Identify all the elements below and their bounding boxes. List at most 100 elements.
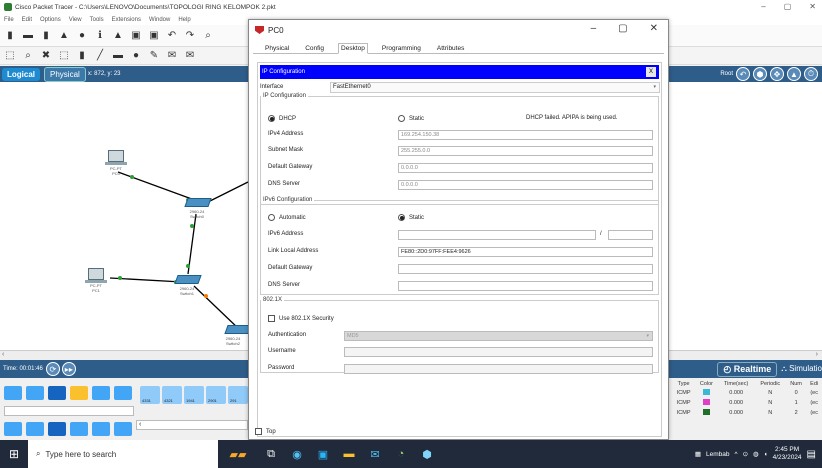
root-label[interactable]: Root (720, 71, 733, 77)
power-cycle-icon[interactable]: ⟳ (45, 362, 60, 376)
open-folder-icon[interactable]: ▬ (22, 30, 34, 42)
minimize-icon[interactable]: – (591, 23, 597, 34)
tab-programming[interactable]: Programming (380, 44, 423, 53)
scroll-left-icon[interactable]: ‹ (2, 351, 4, 358)
switch1-icon[interactable] (174, 275, 202, 284)
network-info-icon[interactable]: ▲ (112, 30, 124, 42)
components-icon[interactable] (48, 386, 66, 400)
dns-server-field[interactable]: 0.0.0.0 (398, 180, 653, 190)
tray-app-icon[interactable]: ⊙ (743, 450, 748, 458)
top-checkbox[interactable]: Top (255, 428, 276, 435)
tab-desktop[interactable]: Desktop (338, 43, 368, 54)
zoom-in-icon[interactable]: ⌕ (202, 30, 214, 42)
switch-category-icon[interactable] (26, 422, 44, 436)
multiuser-icon[interactable] (114, 386, 132, 400)
dhcp-radio[interactable]: DHCP (268, 115, 296, 122)
weather-label[interactable]: Lembab (706, 451, 730, 458)
close-ip-config-button[interactable]: X (646, 67, 656, 77)
network-devices-icon[interactable] (4, 386, 22, 400)
minimize-icon[interactable]: – (761, 2, 765, 11)
logical-tab[interactable]: Logical (2, 67, 41, 81)
pc0-taskbar-icon[interactable]: ⬢ (414, 440, 440, 468)
note-icon[interactable]: ▮ (76, 50, 88, 62)
router-4321-icon[interactable]: 4321 (162, 386, 182, 404)
event-edit[interactable]: (ec (806, 408, 822, 418)
ellipse-icon[interactable]: ● (130, 50, 142, 62)
back-icon[interactable]: ↶ (736, 67, 750, 81)
interface-select[interactable]: FastEthernet0 ▾ (330, 81, 660, 93)
link-local-field[interactable]: FE80::2D0:97FF:FEE4:9626 (398, 247, 653, 257)
tab-attributes[interactable]: Attributes (435, 44, 466, 53)
copy-icon[interactable]: ▣ (130, 30, 142, 42)
weather-icon[interactable]: ▦ (695, 450, 701, 458)
realtime-mode-button[interactable]: ◴ Realtime (717, 361, 778, 377)
menu-view[interactable]: View (69, 17, 82, 23)
pc1-icon[interactable] (88, 268, 104, 280)
tray-chevron-icon[interactable]: ^ (735, 451, 738, 458)
close-icon[interactable]: ✕ (650, 23, 658, 34)
menu-edit[interactable]: Edit (22, 17, 32, 23)
device-list-scroll[interactable]: ‹ (136, 420, 248, 430)
windows-start-icon[interactable]: ⊞ (0, 440, 28, 468)
device-search-field[interactable] (4, 406, 134, 416)
event-edit[interactable]: (ec (806, 388, 822, 398)
simulation-mode-button[interactable]: ⛬ Simulatio (781, 364, 822, 374)
username-field[interactable] (344, 347, 653, 357)
table-row[interactable]: ICMP 0.000 N 0 (ec (672, 388, 822, 398)
clock[interactable]: 2:45 PM 4/23/2024 (773, 446, 802, 462)
edge-browser-icon[interactable]: ◉ (284, 440, 310, 468)
save-icon[interactable]: ▮ (40, 30, 52, 42)
taskbar-search-box[interactable]: ⌕ Type here to search (28, 440, 218, 468)
move-icon[interactable]: ✥ (770, 67, 784, 81)
notifications-icon[interactable]: ▤ (807, 449, 816, 460)
ipv6-prefix-field[interactable] (608, 230, 653, 240)
password-field[interactable] (344, 364, 653, 374)
router-1941-icon[interactable]: 1941 (184, 386, 204, 404)
wan-category-icon[interactable] (114, 422, 132, 436)
static-radio[interactable]: Static (398, 115, 424, 122)
network-icon[interactable]: ◍ (753, 450, 759, 458)
pc0-icon[interactable] (108, 150, 124, 162)
ipv4-address-field[interactable]: 169.254.150.38 (398, 130, 653, 140)
ipv6-dns-field[interactable] (398, 281, 653, 291)
use-dot1x-checkbox[interactable]: Use 802.1X Security (268, 315, 334, 322)
misc-icon[interactable] (92, 386, 110, 400)
close-icon[interactable]: ✕ (809, 2, 816, 11)
authentication-select[interactable]: MD5 ▾ (344, 331, 653, 341)
store-icon[interactable]: ▣ (310, 440, 336, 468)
paste-icon[interactable]: ▣ (148, 30, 160, 42)
ipv6-address-field[interactable] (398, 230, 596, 240)
maximize-icon[interactable]: ▢ (618, 23, 627, 34)
mail-icon[interactable]: ✉ (362, 440, 388, 468)
menu-options[interactable]: Options (40, 17, 61, 23)
search-icon[interactable]: ⌕ (22, 50, 34, 62)
fast-forward-icon[interactable]: ▸▸ (61, 362, 76, 376)
connections-icon[interactable] (70, 386, 88, 400)
complex-pdu-icon[interactable]: ✉ (184, 50, 196, 62)
task-view-icon[interactable]: ⧉ (258, 440, 284, 468)
scroll-right-icon[interactable]: › (816, 351, 818, 358)
menu-help[interactable]: Help (178, 17, 190, 23)
rectangle-icon[interactable]: ▬ (112, 50, 124, 62)
switch0-icon[interactable] (184, 198, 212, 207)
freeform-icon[interactable]: ✎ (148, 50, 160, 62)
menu-window[interactable]: Window (149, 17, 170, 23)
line-icon[interactable]: ╱ (94, 50, 106, 62)
delete-icon[interactable]: ✖ (40, 50, 52, 62)
router-2901-icon[interactable]: 2901 (206, 386, 226, 404)
physical-tab[interactable]: Physical (44, 66, 86, 82)
select-icon[interactable]: ⬚ (4, 50, 16, 62)
hub-category-icon[interactable] (48, 422, 66, 436)
security-category-icon[interactable] (92, 422, 110, 436)
menu-tools[interactable]: Tools (90, 17, 104, 23)
volume-icon[interactable]: ◖ (764, 451, 768, 458)
default-gateway-field[interactable]: 0.0.0.0 (398, 163, 653, 173)
packet-tracer-taskbar-icon[interactable]: ◔ (388, 440, 414, 468)
tab-physical[interactable]: Physical (263, 44, 291, 53)
table-row[interactable]: ICMP 0.000 N 2 (ec (672, 408, 822, 418)
activity-wizard-icon[interactable]: ● (76, 30, 88, 42)
info-icon[interactable]: ℹ (94, 30, 106, 42)
ipv6-gateway-field[interactable] (398, 264, 653, 274)
router-category-icon[interactable] (4, 422, 22, 436)
add-pdu-icon[interactable]: ✉ (166, 50, 178, 62)
